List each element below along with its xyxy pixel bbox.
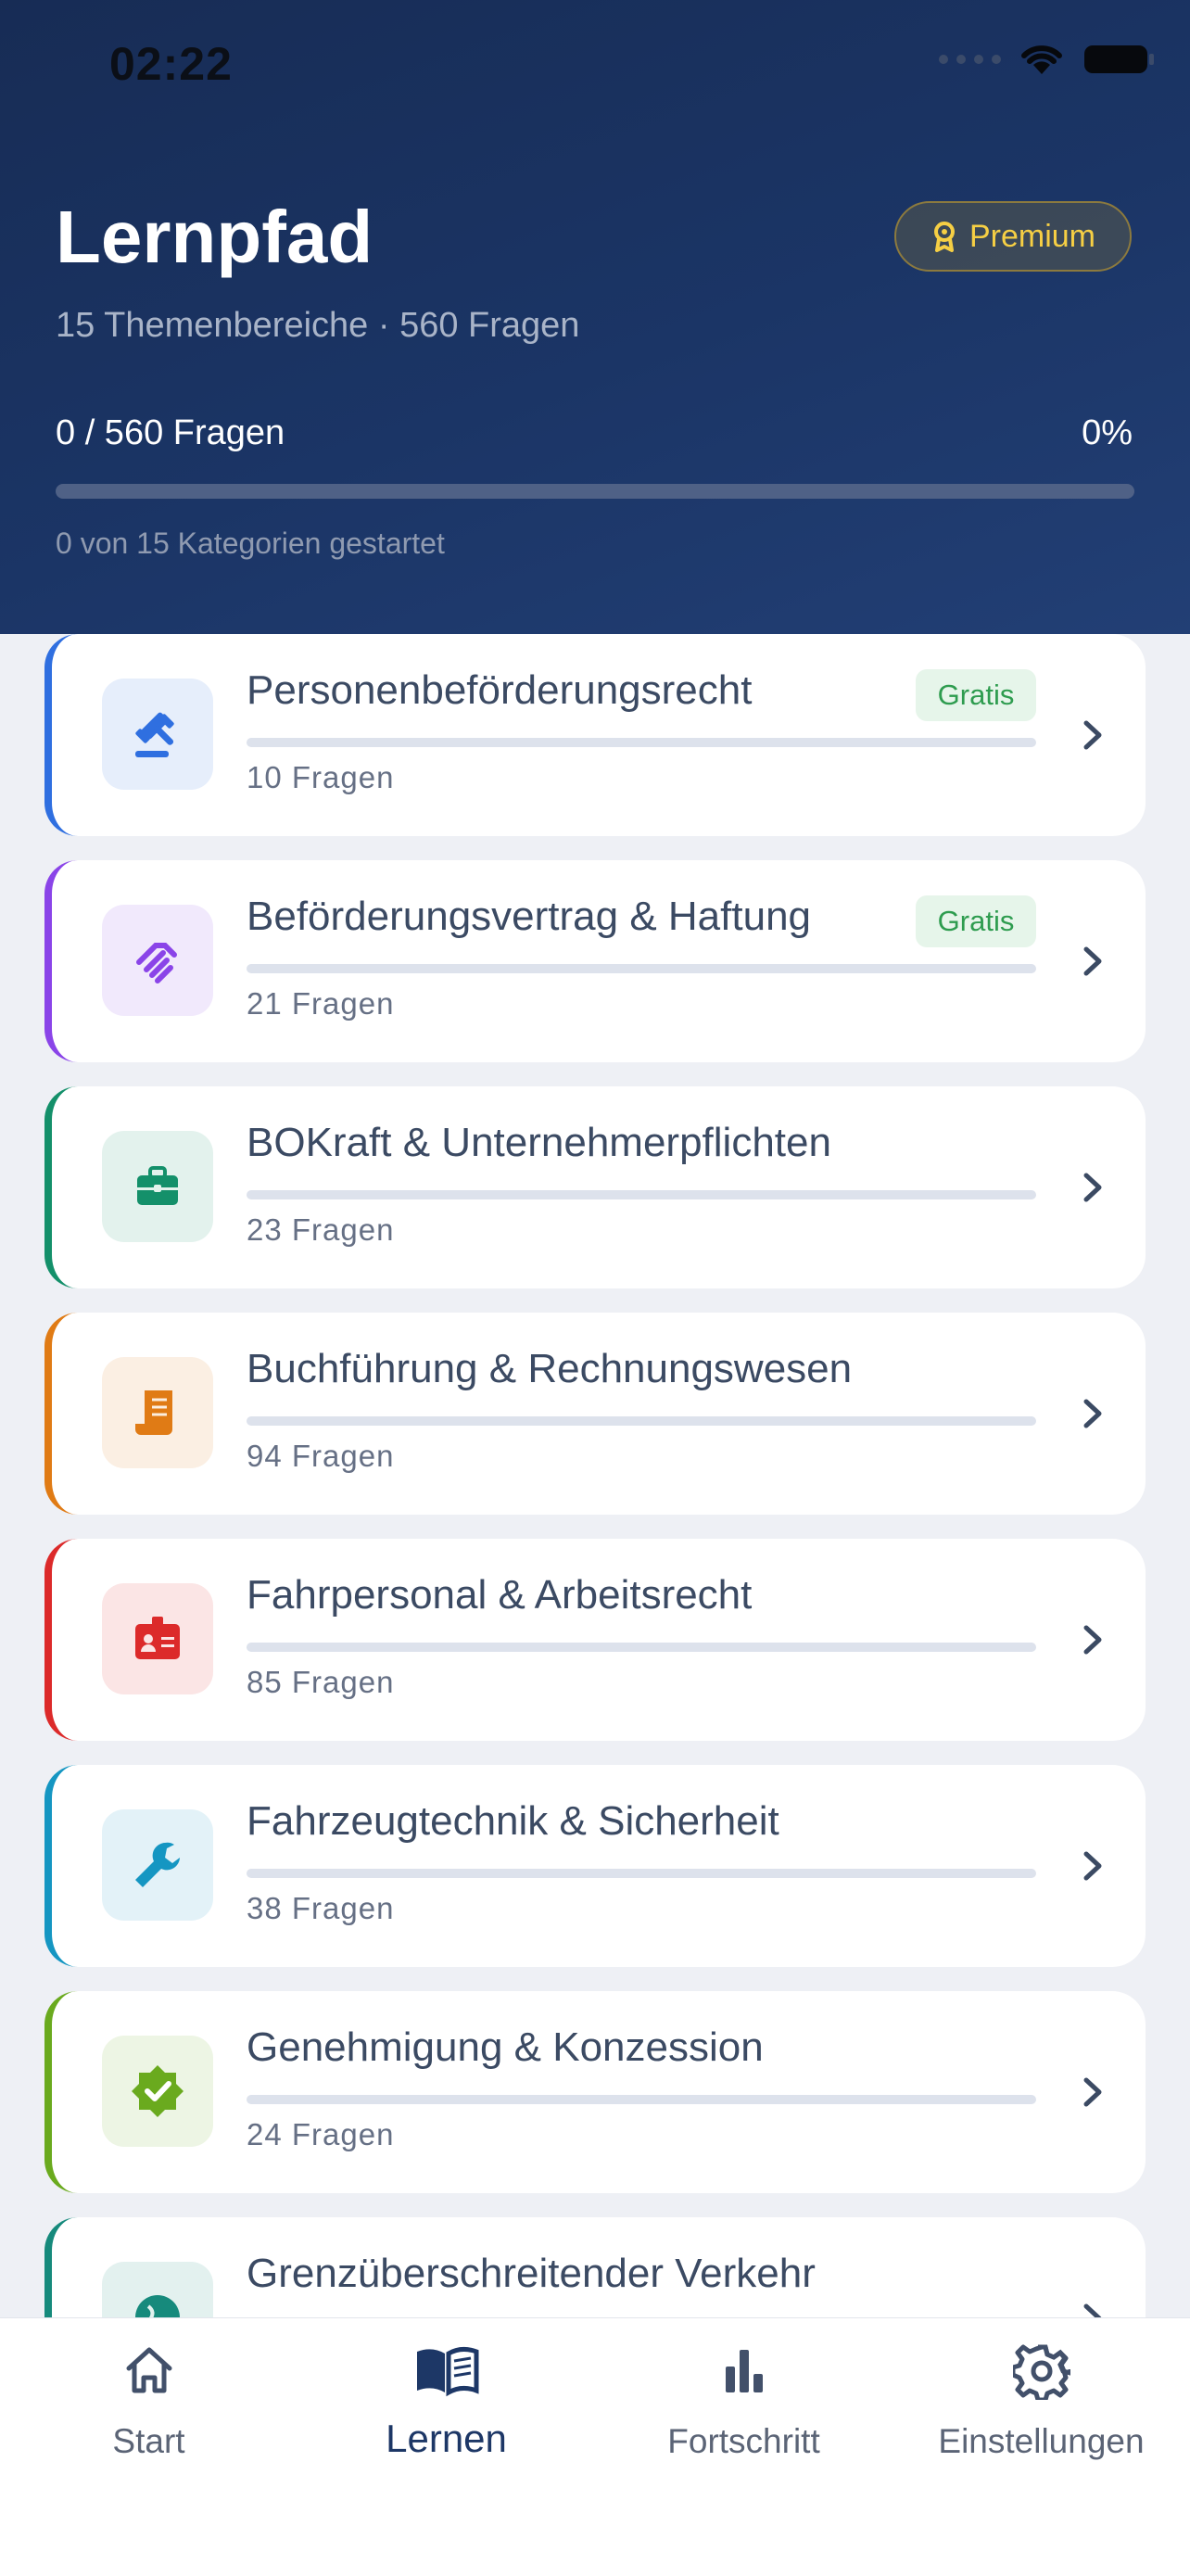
category-card[interactable]: Fahrzeugtechnik & Sicherheit 38 Fragen xyxy=(44,1765,1146,1967)
chevron-right-icon xyxy=(1079,1622,1107,1662)
category-title: Genehmigung & Konzession xyxy=(247,2024,764,2070)
category-list: Personenbeförderungsrecht Gratis 10 Fragen… xyxy=(44,634,1146,2317)
category-title: BOKraft & Unternehmerpflichten xyxy=(247,1120,831,1165)
award-icon xyxy=(933,222,955,252)
question-count: 85 Fragen xyxy=(247,1665,395,1699)
gear-icon xyxy=(892,2342,1190,2402)
bar-chart-icon xyxy=(595,2342,892,2402)
page-title: Lernpfad xyxy=(56,196,373,278)
category-card[interactable]: Grenzüberschreitender Verkehr xyxy=(44,2217,1146,2317)
category-card[interactable]: Genehmigung & Konzession 24 Fragen xyxy=(44,1991,1146,2193)
receipt-icon xyxy=(102,1357,213,1468)
progress-percent: 0% xyxy=(1082,413,1133,452)
tab-einstellungen[interactable]: Einstellungen xyxy=(892,2318,1190,2494)
tab-label: Lernen xyxy=(386,2417,507,2460)
category-card[interactable]: Personenbeförderungsrecht Gratis 10 Fragen xyxy=(44,634,1146,836)
category-progress-bar xyxy=(247,738,1036,747)
category-card[interactable]: BOKraft & Unternehmerpflichten 23 Fragen xyxy=(44,1086,1146,1288)
started-categories-text: 0 von 15 Kategorien gestartet xyxy=(56,527,445,560)
tab-label: Start xyxy=(112,2422,185,2460)
gavel-icon xyxy=(102,679,213,790)
battery-icon xyxy=(1084,45,1154,73)
status-time: 02:22 xyxy=(109,38,233,90)
tab-bar: Start Lernen Fortschritt Einstellungen xyxy=(0,2317,1190,2576)
book-icon xyxy=(298,2342,595,2402)
header: 02:22 Lernpfad 15 Themenbereiche · 560 F… xyxy=(0,0,1190,634)
chevron-right-icon xyxy=(1079,1396,1107,1436)
question-count: 23 Fragen xyxy=(247,1212,395,1247)
category-title: Grenzüberschreitender Verkehr xyxy=(247,2251,816,2296)
premium-label: Premium xyxy=(968,218,1096,254)
chevron-right-icon xyxy=(1079,1848,1107,1888)
id-badge-icon xyxy=(102,1583,213,1694)
overall-progress-bar xyxy=(56,484,1134,499)
chevron-right-icon xyxy=(1079,717,1107,757)
status-icons xyxy=(939,43,1157,76)
question-count: 38 Fragen xyxy=(247,1891,395,1925)
category-progress-bar xyxy=(247,1869,1036,1878)
chevron-right-icon xyxy=(1079,944,1107,983)
tab-fortschritt[interactable]: Fortschritt xyxy=(595,2318,892,2494)
question-count: 94 Fragen xyxy=(247,1439,395,1473)
chevron-right-icon xyxy=(1079,1170,1107,1210)
category-title: Beförderungsvertrag & Haftung xyxy=(247,894,812,939)
category-title: Buchführung & Rechnungswesen xyxy=(247,1346,853,1391)
wifi-icon xyxy=(1021,45,1062,74)
chevron-right-icon xyxy=(1079,2301,1107,2317)
category-title: Personenbeförderungsrecht xyxy=(247,667,753,713)
question-count: 21 Fragen xyxy=(247,986,395,1021)
page-subtitle: 15 Themenbereiche · 560 Fragen xyxy=(56,306,580,345)
home-icon xyxy=(0,2342,298,2402)
category-progress-bar xyxy=(247,1643,1036,1652)
premium-button[interactable]: Premium xyxy=(894,201,1132,272)
question-count: 24 Fragen xyxy=(247,2117,395,2151)
category-card[interactable]: Buchführung & Rechnungswesen 94 Fragen xyxy=(44,1313,1146,1515)
signal-icon xyxy=(939,55,1001,64)
handshake-icon xyxy=(102,905,213,1016)
wrench-icon xyxy=(102,1809,213,1921)
chevron-right-icon xyxy=(1079,2075,1107,2114)
category-card[interactable]: Fahrpersonal & Arbeitsrecht 85 Fragen xyxy=(44,1539,1146,1741)
tab-label: Einstellungen xyxy=(938,2422,1145,2460)
briefcase-icon xyxy=(102,1131,213,1242)
verified-badge-icon xyxy=(102,2036,213,2147)
progress-label: 0 / 560 Fragen xyxy=(56,413,285,452)
tab-label: Fortschritt xyxy=(667,2422,820,2460)
category-progress-bar xyxy=(247,964,1036,973)
tab-lernen[interactable]: Lernen xyxy=(298,2318,595,2494)
category-progress-bar xyxy=(247,2095,1036,2104)
question-count: 10 Fragen xyxy=(247,760,395,794)
globe-icon xyxy=(102,2262,213,2317)
tab-start[interactable]: Start xyxy=(0,2318,298,2494)
category-card[interactable]: Beförderungsvertrag & Haftung Gratis 21 Fr… xyxy=(44,860,1146,1062)
gratis-badge: Gratis xyxy=(916,895,1036,947)
category-progress-bar xyxy=(247,1190,1036,1199)
category-title: Fahrzeugtechnik & Sicherheit xyxy=(247,1798,779,1844)
category-progress-bar xyxy=(247,1416,1036,1426)
gratis-badge: Gratis xyxy=(916,669,1036,721)
category-title: Fahrpersonal & Arbeitsrecht xyxy=(247,1572,753,1618)
